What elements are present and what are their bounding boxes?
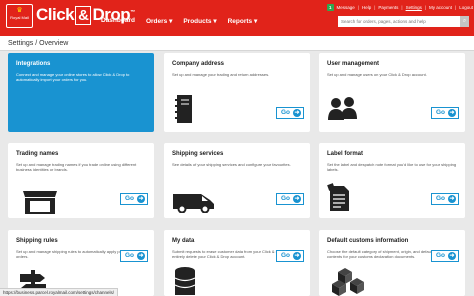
nav-dashboard[interactable]: Dashboard: [101, 17, 135, 25]
go-button-my-data[interactable]: Go ➜: [276, 250, 304, 262]
royal-mail-logo[interactable]: ♛ Royal Mail: [6, 4, 33, 28]
go-button-label-format[interactable]: Go ➜: [431, 193, 459, 205]
link-help[interactable]: Help: [362, 5, 371, 10]
card-company-address[interactable]: Company address Set up and manage your t…: [164, 53, 310, 132]
arrow-right-icon: ➜: [293, 252, 301, 260]
link-my-account[interactable]: My account: [429, 5, 452, 10]
card-title: Company address: [172, 61, 225, 67]
card-title: User management: [327, 61, 380, 67]
card-description: Connect and manage your online stores to…: [16, 72, 130, 82]
link-logout[interactable]: Logout: [459, 5, 473, 10]
card-user-management[interactable]: User management Set up and manage users …: [319, 53, 465, 132]
page-header: Settings / Overview: [0, 36, 474, 51]
page-title: Settings / Overview: [8, 40, 69, 47]
arrow-right-icon: ➜: [137, 252, 145, 260]
nav-products[interactable]: Products ▾: [183, 17, 216, 25]
logo-text: Royal Mail: [10, 15, 29, 20]
status-bar-url: https://business.parcel.royalmail.com/se…: [0, 288, 119, 296]
go-button-default-customs[interactable]: Go ➜: [431, 250, 459, 262]
card-description: See details of your shipping services an…: [172, 162, 291, 167]
card-trading-names[interactable]: Trading names Set up and manage trading …: [8, 143, 154, 218]
card-title: Label format: [327, 151, 364, 157]
search-button[interactable]: ⌕: [460, 16, 469, 27]
arrow-right-icon: ➜: [293, 109, 301, 117]
top-bar: ♛ Royal Mail Click & Drop™ Dashboard Order…: [0, 0, 474, 36]
link-payments[interactable]: Payments: [378, 5, 398, 10]
go-button-trading-names[interactable]: Go ➜: [120, 193, 148, 205]
search-icon: ⌕: [462, 18, 467, 24]
users-icon: [328, 97, 357, 120]
brand-trademark: ™: [130, 9, 135, 16]
brand-word-click: Click: [36, 5, 75, 24]
top-links: 1 Message | Help | Payments | Settings | My …: [327, 4, 473, 11]
card-title: Shipping services: [172, 151, 224, 157]
card-my-data[interactable]: My data Submit requests to erase custome…: [164, 230, 310, 296]
van-icon: [173, 194, 214, 213]
card-description: Set up and manage your trading and retur…: [172, 72, 270, 77]
arrow-right-icon: ➜: [448, 195, 456, 203]
go-button-shipping-services[interactable]: Go ➜: [276, 193, 304, 205]
card-label-format[interactable]: Label format Set the label and despatch …: [319, 143, 465, 218]
card-description: Set up and manage users on your Click & …: [327, 72, 427, 77]
arrow-right-icon: ➜: [293, 195, 301, 203]
label-document-icon: [327, 183, 349, 211]
card-integrations[interactable]: Integrations Connect and manage your onl…: [8, 53, 154, 132]
crown-icon: ♛: [16, 7, 23, 14]
parcels-icon: [332, 268, 364, 296]
message-count-badge[interactable]: 1: [327, 4, 334, 11]
card-default-customs[interactable]: Default customs information Choose the d…: [319, 230, 465, 296]
link-message[interactable]: Message: [337, 5, 355, 10]
nav-orders[interactable]: Orders ▾: [146, 17, 172, 25]
card-title: Shipping rules: [16, 238, 58, 244]
card-description: Set up and manage trading names if you t…: [16, 162, 137, 172]
arrow-right-icon: ➜: [448, 109, 456, 117]
card-title: Trading names: [16, 151, 59, 157]
address-book-icon: [175, 95, 192, 123]
nav-reports[interactable]: Reports ▾: [228, 17, 258, 25]
brand-ampersand: &: [75, 6, 92, 25]
arrow-right-icon: ➜: [448, 252, 456, 260]
card-description: Set the label and despatch note format y…: [327, 162, 457, 172]
card-title: Default customs information: [327, 238, 409, 244]
go-button-shipping-rules[interactable]: Go ➜: [120, 250, 148, 262]
link-settings[interactable]: Settings: [406, 5, 422, 10]
main-nav: Dashboard Orders ▾ Products ▾ Reports ▾: [101, 17, 257, 25]
card-shipping-rules[interactable]: Shipping rules Set up and manage shippin…: [8, 230, 154, 296]
search-input[interactable]: [338, 16, 460, 27]
go-button-user-management[interactable]: Go ➜: [431, 107, 459, 119]
database-icon: [174, 267, 196, 295]
card-title: My data: [172, 238, 195, 244]
arrow-right-icon: ➜: [137, 195, 145, 203]
card-title: Integrations: [16, 61, 51, 67]
shop-front-icon: [23, 191, 57, 214]
card-shipping-services[interactable]: Shipping services See details of your sh…: [164, 143, 310, 218]
go-button-company-address[interactable]: Go ➜: [276, 107, 304, 119]
